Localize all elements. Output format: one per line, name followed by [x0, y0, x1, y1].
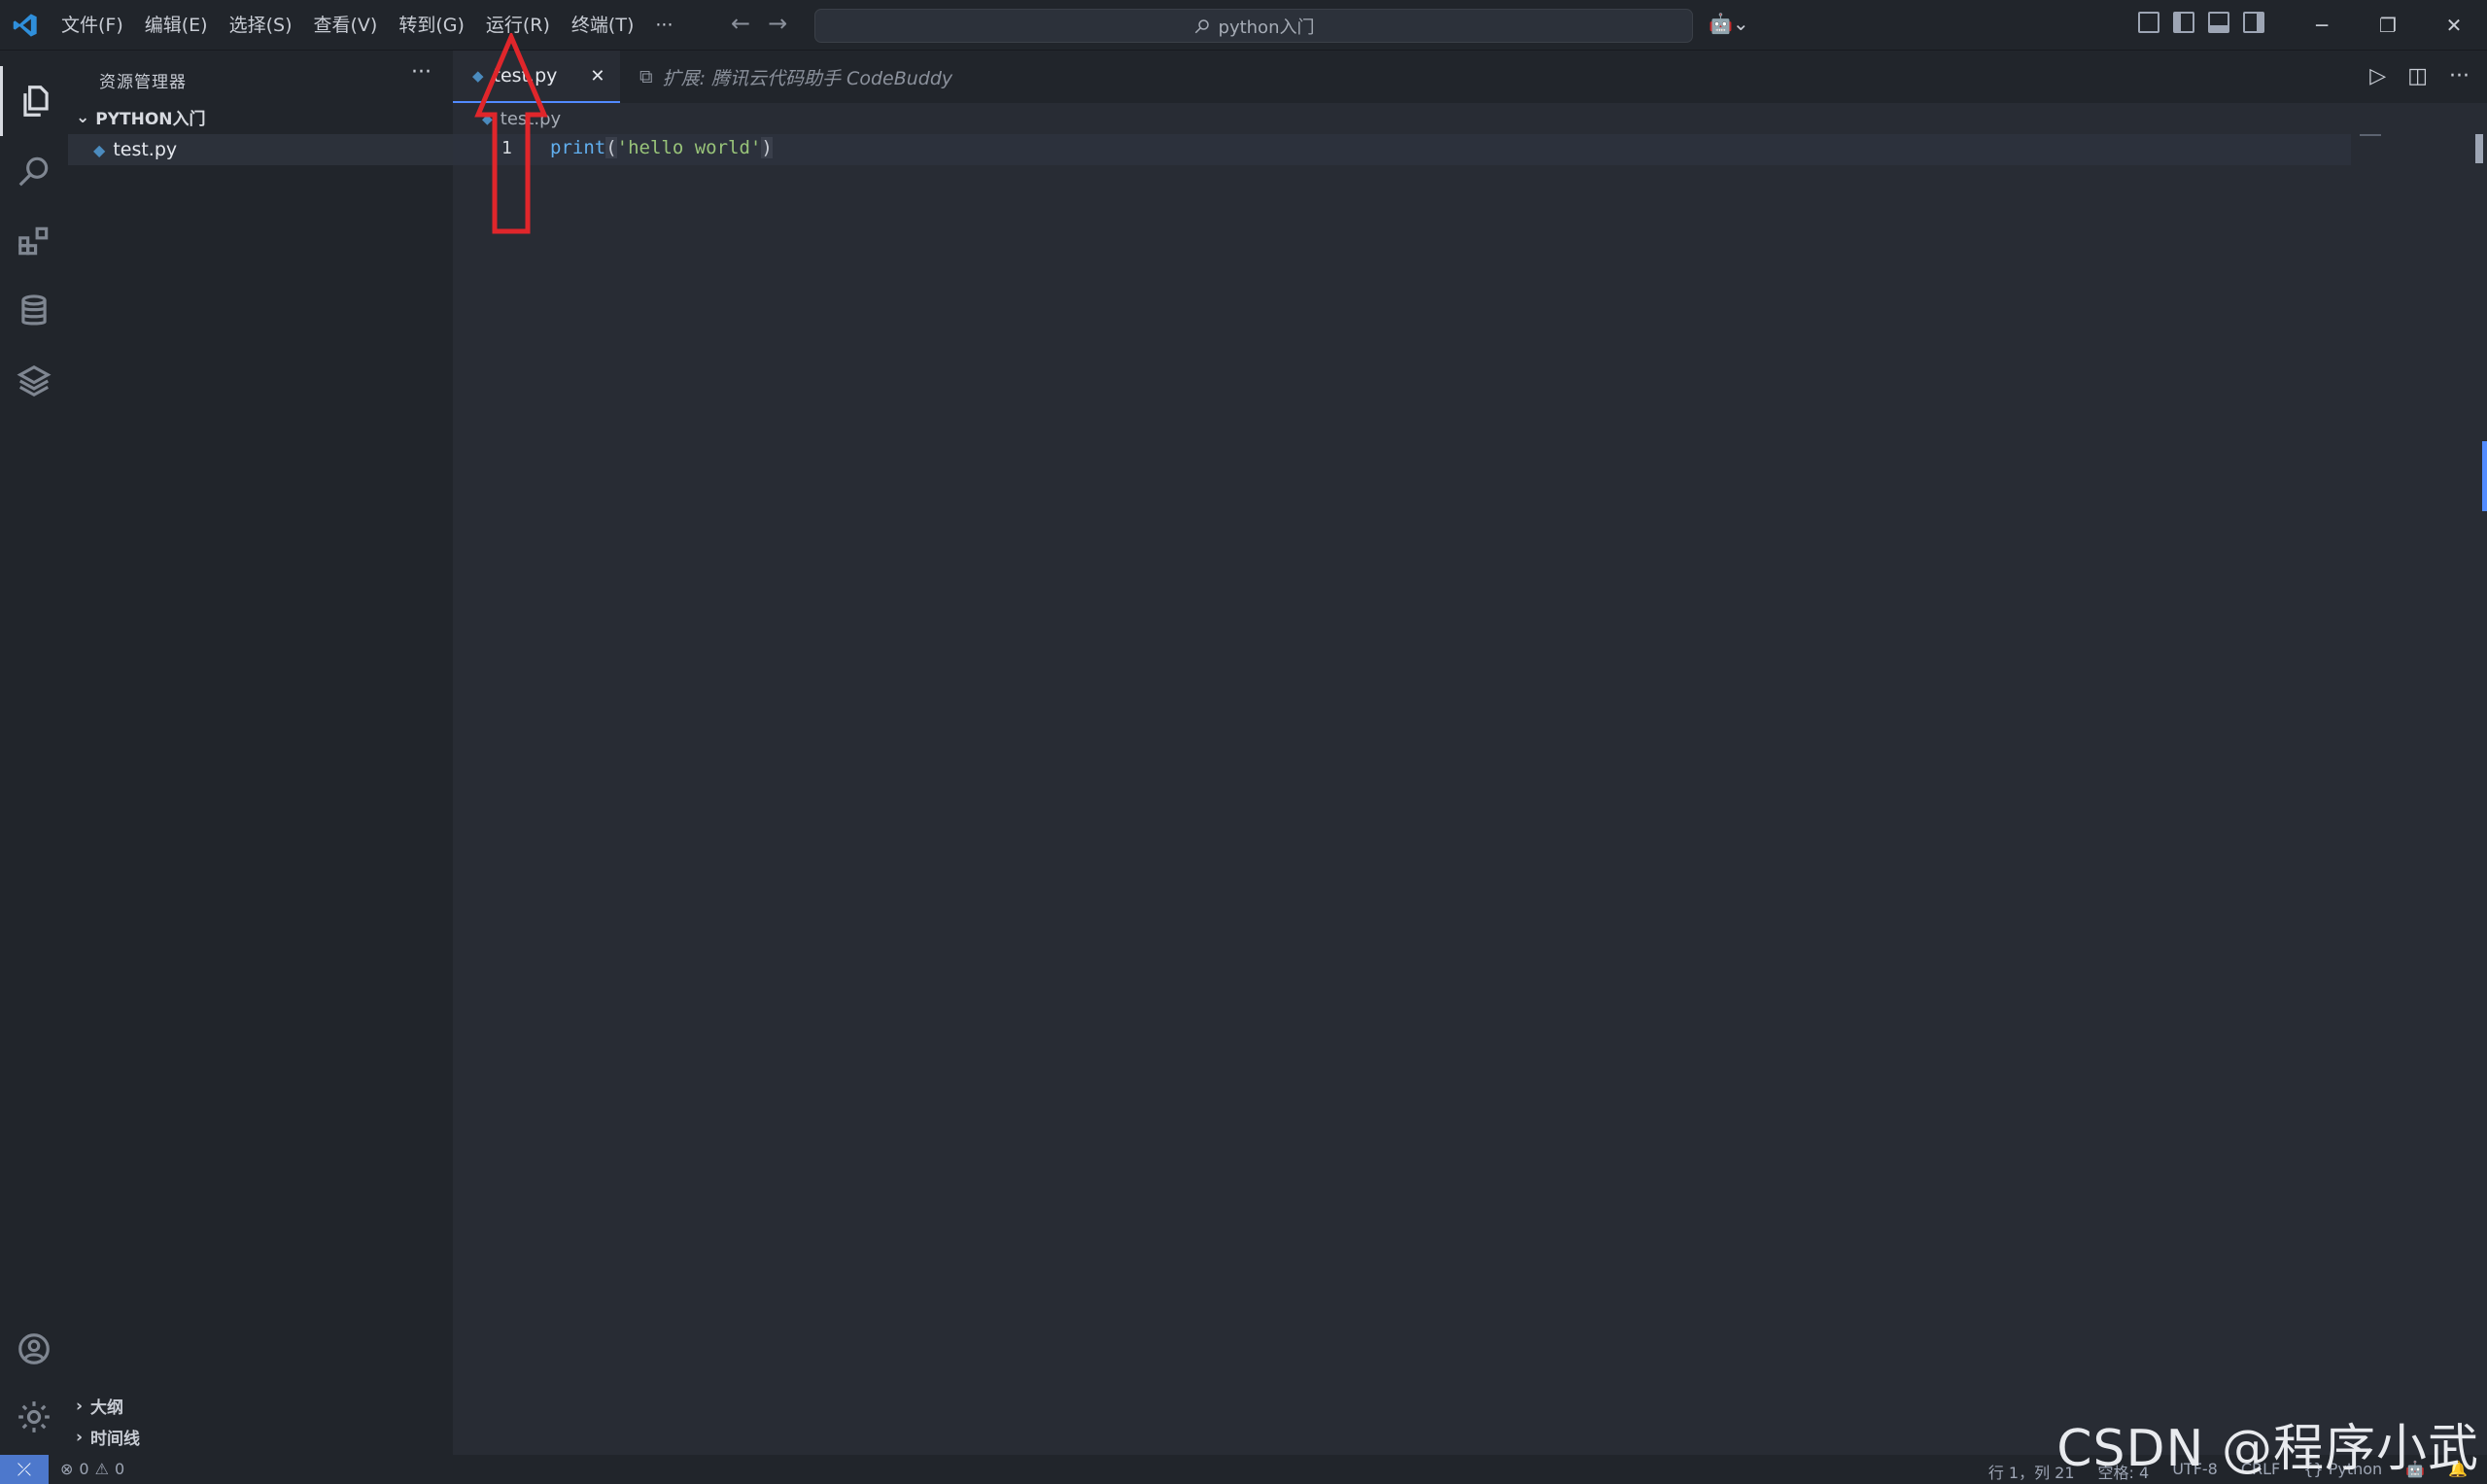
title-bar: 文件(F) 编辑(E) 选择(S) 查看(V) 转到(G) 运行(R) 终端(T… [0, 0, 2487, 51]
annotation-arrow [474, 33, 548, 234]
file-item-test-py[interactable]: ◆ test.py [68, 134, 453, 165]
menu-view[interactable]: 查看(V) [303, 0, 389, 51]
menu-edit[interactable]: 编辑(E) [134, 0, 219, 51]
window-controls: ─ ❐ ✕ [2289, 0, 2487, 51]
python-file-icon: ◆ [93, 140, 106, 159]
more-actions-icon[interactable]: ··· [2449, 64, 2470, 88]
gear-icon[interactable] [0, 1382, 68, 1452]
extension-icon: ⧉ [639, 66, 653, 87]
scrollbar-thumb[interactable] [2475, 134, 2483, 163]
command-center-search[interactable]: python入门 [814, 9, 1693, 43]
extensions-icon[interactable] [0, 206, 68, 276]
menu-more[interactable]: ··· [644, 0, 683, 51]
sidebar-more-button[interactable]: ··· [411, 60, 432, 85]
menu-terminal[interactable]: 终端(T) [561, 0, 644, 51]
timeline-label: 时间线 [90, 1430, 141, 1449]
tab-label: 扩展: 腾讯云代码助手 CodeBuddy [662, 67, 953, 89]
scrollbar-marker [2482, 441, 2487, 511]
command-center-label: python入门 [1218, 17, 1315, 38]
editor-area: ◆ test.py ✕ ⧉ 扩展: 腾讯云代码助手 CodeBuddy ▷ ◫ … [453, 51, 2487, 1455]
toggle-primary-sidebar-icon[interactable] [2173, 12, 2194, 33]
editor-actions: ▷ ◫ ··· [2369, 64, 2470, 88]
code-paren-close: ) [761, 137, 773, 158]
arrow-left-icon[interactable]: ← [731, 10, 750, 37]
layout-controls [2138, 12, 2264, 33]
toggle-secondary-sidebar-icon[interactable] [2243, 12, 2264, 33]
chevron-right-icon: › [76, 1396, 84, 1416]
outline-section[interactable]: › 大纲 [76, 1394, 124, 1419]
error-count: 0 [79, 1460, 89, 1478]
code-function: print [550, 137, 606, 158]
outline-label: 大纲 [90, 1398, 124, 1418]
tab-extension-codebuddy[interactable]: ⧉ 扩展: 腾讯云代码助手 CodeBuddy [620, 51, 972, 103]
code-string: 'hello world' [616, 137, 762, 158]
chevron-down-icon: ⌄ [76, 107, 90, 127]
account-icon[interactable] [0, 1314, 68, 1384]
toggle-panel-icon[interactable] [2208, 12, 2229, 33]
menu-file[interactable]: 文件(F) [51, 0, 134, 51]
folder-label: PYTHON入门 [95, 110, 206, 129]
database-icon[interactable] [0, 276, 68, 346]
folder-python-intro[interactable]: ⌄ PYTHON入门 [76, 105, 206, 130]
close-icon[interactable]: ✕ [2421, 0, 2487, 51]
explorer-sidebar: 资源管理器 ··· ⌄ PYTHON入门 ◆ test.py › 大纲 › 时间… [68, 51, 453, 1455]
arrow-right-icon[interactable]: → [768, 10, 787, 37]
menu-bar: 文件(F) 编辑(E) 选择(S) 查看(V) 转到(G) 运行(R) 终端(T… [51, 0, 683, 51]
code-line-1[interactable]: print('hello world') [550, 137, 773, 158]
file-label: test.py [113, 139, 178, 160]
menu-selection[interactable]: 选择(S) [219, 0, 303, 51]
chevron-right-icon: › [76, 1427, 84, 1447]
customize-layout-icon[interactable] [2138, 12, 2159, 33]
tab-bar: ◆ test.py ✕ ⧉ 扩展: 腾讯云代码助手 CodeBuddy [453, 51, 2487, 103]
vscode-logo-icon [13, 14, 37, 37]
warning-icon: ⚠ [94, 1460, 109, 1478]
sidebar-title: 资源管理器 [99, 73, 187, 92]
code-paren-open: ( [605, 137, 617, 158]
restore-icon[interactable]: ❐ [2355, 0, 2421, 51]
minimize-icon[interactable]: ─ [2289, 0, 2355, 51]
explorer-icon[interactable] [0, 66, 68, 136]
minimap[interactable] [2360, 134, 2381, 136]
timeline-section[interactable]: › 时间线 [76, 1425, 141, 1450]
problems-status[interactable]: ⊗ 0 ⚠ 0 [60, 1460, 124, 1478]
warning-count: 0 [114, 1460, 125, 1478]
search-icon [1194, 18, 1209, 33]
split-editor-icon[interactable]: ◫ [2407, 64, 2428, 88]
close-icon[interactable]: ✕ [590, 66, 604, 86]
watermark: CSDN @程序小武 [2056, 1420, 2479, 1478]
search-icon[interactable] [0, 136, 68, 206]
activity-bar [0, 51, 68, 1455]
remote-icon[interactable]: ⤫ [0, 1455, 49, 1484]
copilot-icon[interactable]: 🤖⌄ [1709, 12, 1749, 35]
menu-go[interactable]: 转到(G) [388, 0, 475, 51]
nav-arrows: ← → [731, 10, 787, 37]
error-icon: ⊗ [60, 1460, 74, 1478]
run-icon[interactable]: ▷ [2369, 64, 2386, 88]
layers-icon[interactable] [0, 346, 68, 416]
